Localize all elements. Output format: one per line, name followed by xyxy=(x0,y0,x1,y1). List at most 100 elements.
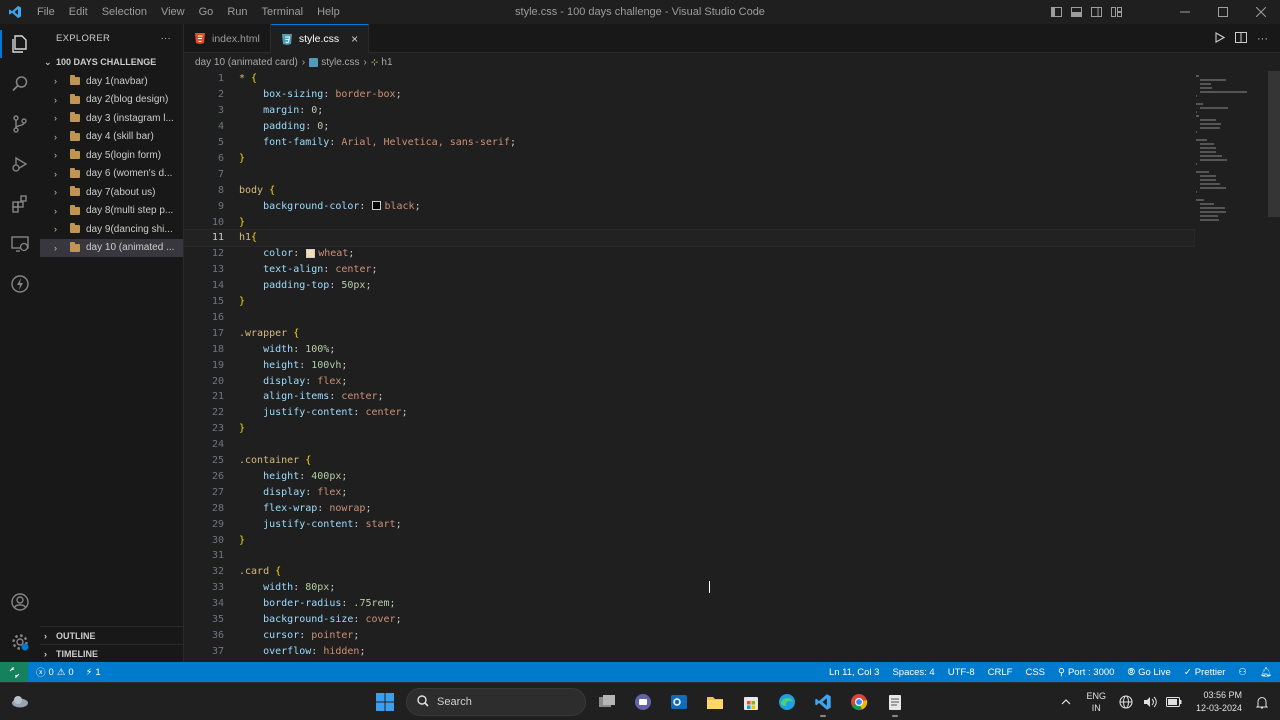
code-line[interactable]: 13 text-align: center; xyxy=(184,262,1194,278)
timeline-section[interactable]: › TIMELINE xyxy=(40,644,183,662)
tree-item[interactable]: › day 4 (skill bar) xyxy=(40,128,183,147)
ports-indicator[interactable]: ⚡ 1 xyxy=(86,667,101,678)
windows-start-icon[interactable] xyxy=(370,687,400,717)
volume-icon[interactable] xyxy=(1140,692,1160,712)
code-line[interactable]: 7 xyxy=(184,166,1194,182)
manage-gear-icon[interactable] xyxy=(0,622,40,662)
code-line[interactable]: 14 padding-top: 50px; xyxy=(184,278,1194,294)
notepad-icon[interactable] xyxy=(880,687,910,717)
tree-item-selected[interactable]: › day 10 (animated ... xyxy=(40,238,183,257)
edge-browser-icon[interactable] xyxy=(772,687,802,717)
code-line[interactable]: 36 cursor: pointer; xyxy=(184,628,1194,644)
code-line[interactable]: 28 flex-wrap: nowrap; xyxy=(184,500,1194,516)
remote-indicator-icon[interactable] xyxy=(0,662,28,682)
code-line[interactable]: 15} xyxy=(184,294,1194,310)
more-actions-icon[interactable]: ··· xyxy=(161,33,171,44)
code-line[interactable]: 4 padding: 0; xyxy=(184,119,1194,135)
outline-section[interactable]: › OUTLINE xyxy=(40,626,183,644)
task-view-icon[interactable] xyxy=(592,687,622,717)
code-line[interactable]: 9 background-color: black; xyxy=(184,198,1194,214)
menu-view[interactable]: View xyxy=(154,0,192,24)
run-play-icon[interactable] xyxy=(1214,31,1226,46)
code-line[interactable]: 34 border-radius: .75rem; xyxy=(184,596,1194,612)
source-control-icon[interactable] xyxy=(0,104,40,144)
workspace-folder[interactable]: ⌄ 100 DAYS CHALLENGE xyxy=(40,52,183,72)
accounts-icon[interactable] xyxy=(0,582,40,622)
end-of-line[interactable]: CRLF xyxy=(988,667,1013,678)
close-tab-icon[interactable]: × xyxy=(351,32,358,46)
tree-item[interactable]: › day 6 (women's d... xyxy=(40,165,183,184)
minimap[interactable] xyxy=(1196,71,1266,662)
menu-help[interactable]: Help xyxy=(310,0,347,24)
weather-widget-icon[interactable] xyxy=(8,689,32,713)
menu-terminal[interactable]: Terminal xyxy=(255,0,311,24)
code-line[interactable]: 32 .card { xyxy=(184,564,1194,580)
code-line[interactable]: 3 margin: 0; xyxy=(184,103,1194,119)
code-line[interactable]: 31 xyxy=(184,548,1194,564)
tab-index-html[interactable]: index.html xyxy=(184,24,271,53)
code-line[interactable]: 22 justify-content: center; xyxy=(184,405,1194,421)
code-line[interactable]: 2 box-sizing: border-box; xyxy=(184,87,1194,103)
file-explorer-icon[interactable] xyxy=(700,687,730,717)
menu-selection[interactable]: Selection xyxy=(95,0,154,24)
code-line[interactable]: 26 height: 400px; xyxy=(184,469,1194,485)
color-swatch[interactable] xyxy=(372,201,382,211)
indentation[interactable]: Spaces: 4 xyxy=(892,667,934,678)
input-language[interactable]: ENG IN xyxy=(1078,690,1114,714)
outlook-icon[interactable] xyxy=(664,687,694,717)
toggle-panel-icon[interactable] xyxy=(1066,0,1086,24)
code-line[interactable]: 12 color: wheat; xyxy=(184,246,1194,262)
clock[interactable]: 03:56 PM 12-03-2024 xyxy=(1186,689,1250,715)
go-live-button[interactable]: ⦾ Go Live xyxy=(1127,667,1170,678)
cursor-position[interactable]: Ln 11, Col 3 xyxy=(829,667,880,678)
tab-style-css[interactable]: style.css × xyxy=(270,24,370,53)
code-line[interactable]: 10} xyxy=(184,214,1194,230)
extensions-icon[interactable] xyxy=(0,184,40,224)
minimize-button[interactable] xyxy=(1166,0,1204,24)
code-line[interactable]: 25 .container { xyxy=(184,453,1194,469)
code-line[interactable]: 35 background-size: cover; xyxy=(184,612,1194,628)
tree-item[interactable]: › day 8(multi step p... xyxy=(40,202,183,221)
code-line[interactable]: 27 display: flex; xyxy=(184,484,1194,500)
split-editor-icon[interactable] xyxy=(1235,31,1247,46)
menu-edit[interactable]: Edit xyxy=(62,0,95,24)
tree-item[interactable]: › day 1(navbar) xyxy=(40,72,183,91)
chevron-up-icon[interactable] xyxy=(1056,692,1076,712)
code-line[interactable]: 37 overflow: hidden; xyxy=(184,643,1194,659)
tree-item[interactable]: › day 9(dancing shi... xyxy=(40,220,183,239)
breadcrumb-file[interactable]: style.css xyxy=(321,57,359,68)
tree-item[interactable]: › day 3 (instagram l... xyxy=(40,109,183,128)
code-line[interactable]: 19 height: 100vh; xyxy=(184,357,1194,373)
problems-indicator[interactable]: ⓧ 0 ⚠ 0 xyxy=(36,665,74,680)
code-line[interactable]: 17 .wrapper { xyxy=(184,325,1194,341)
code-line[interactable]: 5 font-family: Arial, Helvetica, sans-se… xyxy=(184,135,1194,151)
tree-item[interactable]: › day 7(about us) xyxy=(40,183,183,202)
prettier-status[interactable]: ✓ Prettier xyxy=(1184,667,1226,678)
code-line[interactable]: 20 display: flex; xyxy=(184,373,1194,389)
scrollbar-thumb[interactable] xyxy=(1268,71,1280,217)
run-debug-icon[interactable] xyxy=(0,144,40,184)
code-line[interactable]: 33 width: 80px; xyxy=(184,580,1194,596)
toggle-primary-sidebar-icon[interactable] xyxy=(1046,0,1066,24)
breadcrumb-folder[interactable]: day 10 (animated card) xyxy=(195,57,298,68)
code-line[interactable]: 23} xyxy=(184,421,1194,437)
code-editor[interactable]: 1 * {2 box-sizing: border-box; 3 margin: 0… xyxy=(184,71,1280,662)
search-icon[interactable] xyxy=(0,64,40,104)
close-window-button[interactable] xyxy=(1242,0,1280,24)
thunder-client-icon[interactable] xyxy=(0,264,40,304)
more-editor-actions-icon[interactable]: ··· xyxy=(1257,33,1268,45)
teams-chat-icon[interactable] xyxy=(628,687,658,717)
microsoft-store-icon[interactable] xyxy=(736,687,766,717)
code-line[interactable]: 1 * { xyxy=(184,71,1194,87)
code-line[interactable]: 6} xyxy=(184,151,1194,167)
code-line[interactable]: 24 xyxy=(184,437,1194,453)
menu-run[interactable]: Run xyxy=(220,0,254,24)
maximize-button[interactable] xyxy=(1204,0,1242,24)
toggle-secondary-sidebar-icon[interactable] xyxy=(1086,0,1106,24)
encoding[interactable]: UTF-8 xyxy=(948,667,975,678)
customize-layout-icon[interactable] xyxy=(1106,0,1126,24)
code-line[interactable]: 18 width: 100%; xyxy=(184,341,1194,357)
breadcrumb-symbol[interactable]: h1 xyxy=(381,57,392,68)
code-line[interactable]: 29 justify-content: start; xyxy=(184,516,1194,532)
color-swatch[interactable] xyxy=(306,248,316,258)
